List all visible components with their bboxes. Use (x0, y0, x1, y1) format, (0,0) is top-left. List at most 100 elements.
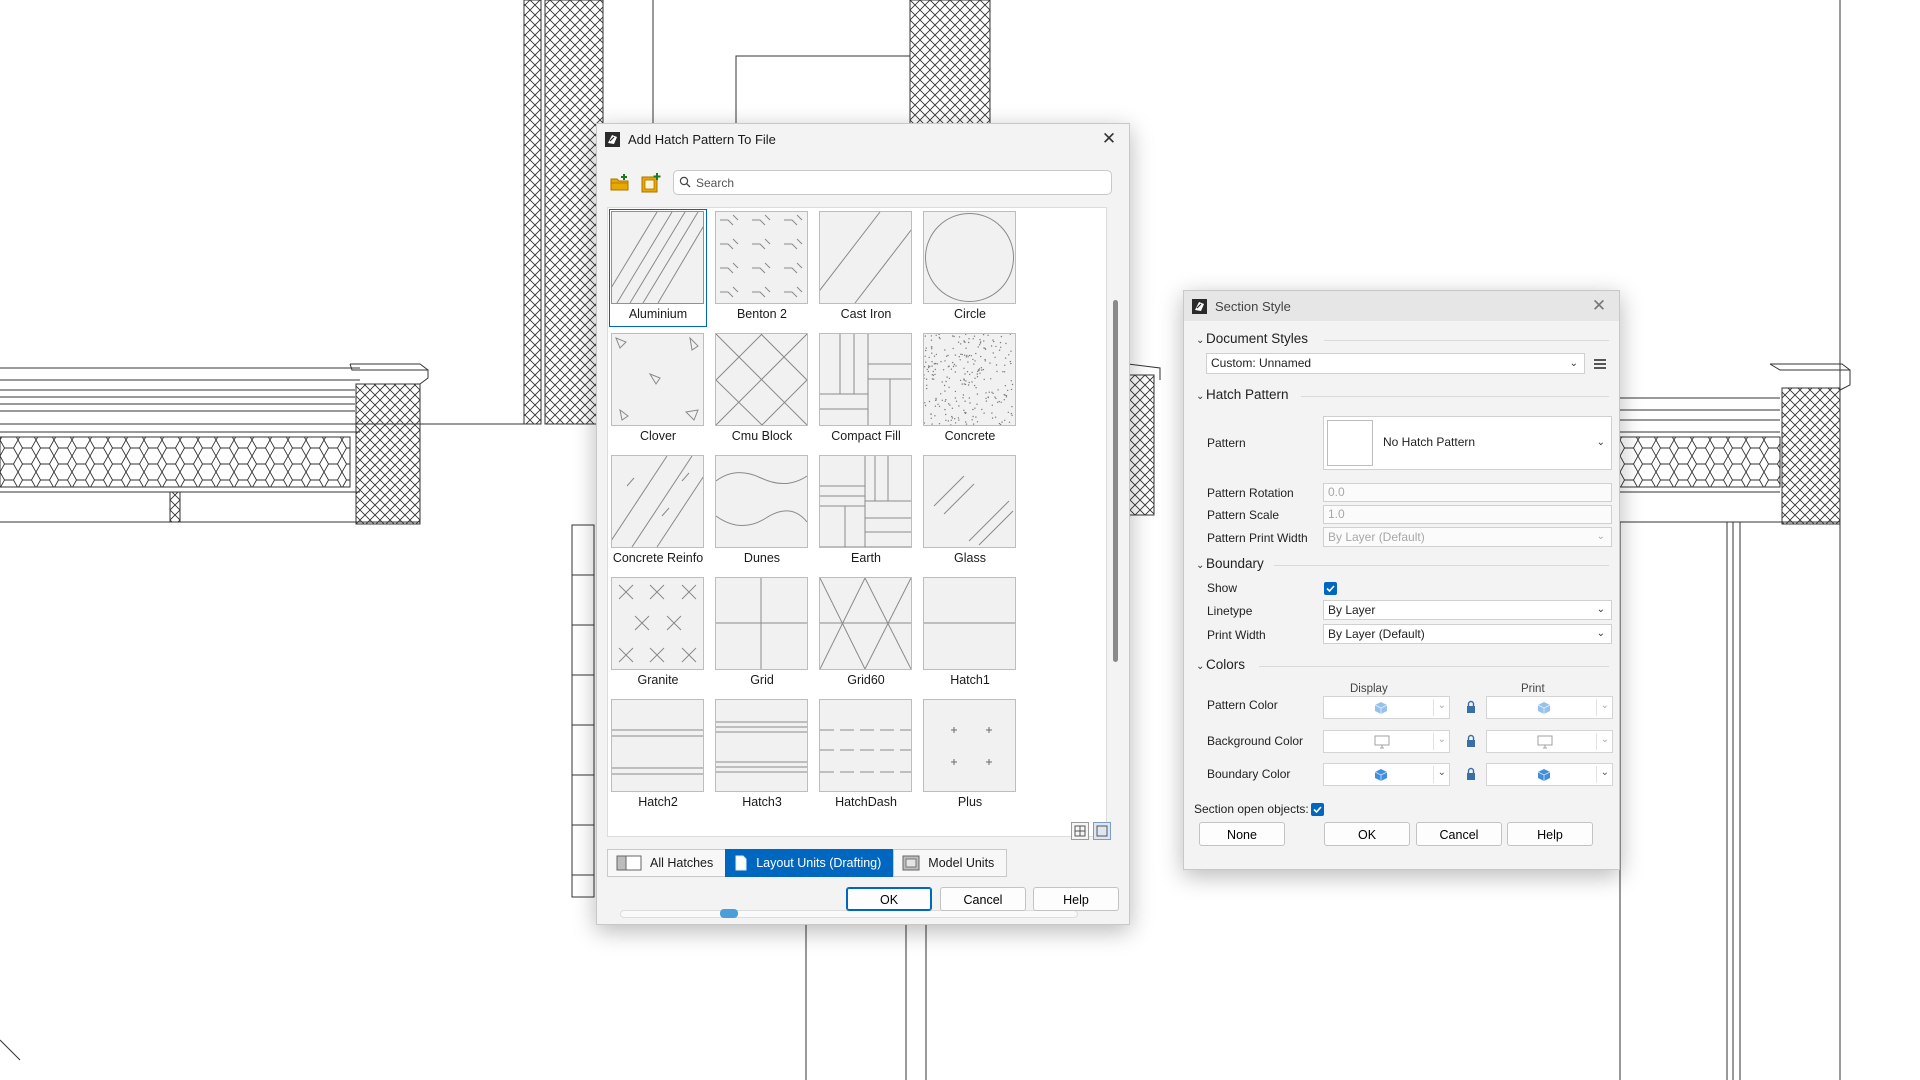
hatch-tile-cmu-block[interactable]: Cmu Block (713, 331, 811, 449)
pattern-rotation-input[interactable]: 0.0 (1323, 483, 1612, 502)
boundary-header[interactable]: ⌄ Boundary (1196, 556, 1264, 571)
pattern-scale-input[interactable]: 1.0 (1323, 505, 1612, 524)
section-open-objects-label: Section open objects: (1194, 802, 1309, 816)
by-layer-color-icon (1374, 702, 1388, 714)
document-styles-header[interactable]: ⌄ Document Styles (1196, 331, 1308, 346)
cmu-block-pattern-icon (715, 333, 808, 426)
tab-layout-units[interactable]: Layout Units (Drafting) (725, 849, 895, 877)
circle-pattern-icon (923, 211, 1016, 304)
lock-icon[interactable] (1464, 700, 1478, 714)
pattern-select[interactable]: No Hatch Pattern ⌄ (1323, 416, 1612, 470)
chevron-down-icon: ⌄ (1196, 391, 1205, 402)
hatch-tile-cast-iron[interactable]: Cast Iron (817, 209, 915, 327)
divider (1596, 733, 1597, 750)
hatch-tile-concrete[interactable]: Concrete (921, 331, 1019, 449)
hatch-pattern-header[interactable]: ⌄ Hatch Pattern (1196, 387, 1289, 402)
hatch-tile-granite[interactable]: Granite (609, 575, 707, 693)
grid-view-button[interactable] (1071, 822, 1089, 840)
hatch-tile-hatch1[interactable]: Hatch1 (921, 575, 1019, 693)
list-view-button[interactable] (1093, 822, 1111, 840)
hatch-pattern-heading: Hatch Pattern (1206, 387, 1289, 402)
lock-icon[interactable] (1464, 734, 1478, 748)
concrete-pattern-icon (923, 333, 1016, 426)
list-view-icon (1096, 825, 1108, 837)
document-style-select[interactable]: Custom: Unnamed ⌄ (1206, 353, 1585, 374)
dunes-pattern-icon (715, 455, 808, 548)
earth-pattern-icon (819, 455, 912, 548)
hatch-tile-grid[interactable]: Grid (713, 575, 811, 693)
pattern-print-color-button[interactable]: ⌄ (1486, 696, 1613, 719)
plus-pattern-icon (923, 699, 1016, 792)
styles-menu-icon[interactable] (1593, 357, 1607, 371)
hatch-tile-circle[interactable]: Circle (921, 209, 1019, 327)
hatch-tile-concrete-reinfo[interactable]: Concrete Reinfo (609, 453, 707, 571)
chevron-down-icon: ⌄ (1196, 560, 1205, 571)
hatch-tile-label: Dunes (743, 551, 781, 565)
hatch-tile-glass[interactable]: Glass (921, 453, 1019, 571)
colors-header[interactable]: ⌄ Colors (1196, 657, 1245, 672)
tab-all-hatches[interactable]: All Hatches (607, 849, 727, 877)
hatch-close-button[interactable]: ✕ (1098, 128, 1120, 150)
hatch-tile-label: Cmu Block (731, 429, 793, 443)
pattern-print-width-select[interactable]: By Layer (Default) ⌄ (1323, 527, 1612, 547)
hatch-tile-clover[interactable]: Clover (609, 331, 707, 449)
section-close-button[interactable]: ✕ (1588, 295, 1610, 317)
all-hatches-icon (616, 855, 642, 871)
show-label: Show (1207, 581, 1238, 595)
pattern-display-color-button[interactable]: ⌄ (1323, 696, 1450, 719)
hatch-tile-compact-fill[interactable]: Compact Fill (817, 331, 915, 449)
section-cancel-button[interactable]: Cancel (1416, 822, 1502, 846)
add-pattern-icon[interactable] (640, 172, 662, 194)
show-boundary-checkbox[interactable] (1324, 582, 1337, 595)
cast-iron-pattern-icon (819, 211, 912, 304)
lock-icon[interactable] (1464, 767, 1478, 781)
hatch-tile-plus[interactable]: Plus (921, 697, 1019, 815)
divider (1324, 340, 1609, 341)
open-folder-add-icon[interactable] (609, 172, 631, 194)
hatch-tile-dunes[interactable]: Dunes (713, 453, 811, 571)
hatch-tile-label: Compact Fill (831, 429, 901, 443)
checkmark-icon (1313, 806, 1322, 814)
hatch-tile-hatch2[interactable]: Hatch2 (609, 697, 707, 815)
hatch-tile-label: Glass (954, 551, 986, 565)
section-help-button[interactable]: Help (1507, 822, 1593, 846)
boundary-display-color-button[interactable]: ⌄ (1323, 763, 1450, 786)
hatch-ok-button[interactable]: OK (846, 887, 932, 911)
by-layer-color-icon (1537, 769, 1551, 781)
linetype-select[interactable]: By Layer ⌄ (1323, 600, 1612, 620)
vertical-scrollbar[interactable] (1113, 300, 1118, 662)
hatch-tile-hatchdash[interactable]: HatchDash (817, 697, 915, 815)
hatch-tile-aluminium[interactable]: Aluminium (609, 209, 707, 327)
search-input[interactable] (694, 173, 1098, 193)
background-display-color-button[interactable]: ⌄ (1323, 730, 1450, 753)
section-ok-button[interactable]: OK (1324, 822, 1410, 846)
hatchdash-pattern-icon (819, 699, 912, 792)
hatch-tile-grid60[interactable]: Grid60 (817, 575, 915, 693)
background-print-color-button[interactable]: ⌄ (1486, 730, 1613, 753)
tab-model-units[interactable]: Model Units (893, 849, 1008, 877)
pattern-grid[interactable]: Aluminium Benton 2 Cast Iron Circle Clover Cm… (607, 207, 1118, 918)
chevron-down-icon: ⌄ (1437, 734, 1446, 745)
section-dialog-titlebar[interactable]: Section Style ✕ (1184, 291, 1619, 321)
hatch-cancel-button[interactable]: Cancel (940, 887, 1026, 911)
section-open-objects-checkbox[interactable] (1311, 803, 1324, 816)
section-style-dialog: Section Style ✕ ⌄ Document Styles Custom:… (1183, 290, 1620, 870)
hatch-tile-hatch3[interactable]: Hatch3 (713, 697, 811, 815)
boundary-print-color-button[interactable]: ⌄ (1486, 763, 1613, 786)
hatch-tile-label: Plus (957, 795, 983, 809)
print-width-select[interactable]: By Layer (Default) ⌄ (1323, 624, 1612, 644)
pattern-preview-swatch (1327, 420, 1373, 466)
hatch-tile-benton-2[interactable]: Benton 2 (713, 209, 811, 327)
hatch-dialog-titlebar[interactable]: Add Hatch Pattern To File ✕ (597, 124, 1129, 154)
search-box[interactable] (673, 170, 1112, 195)
pattern-scale-label: Pattern Scale (1207, 508, 1280, 522)
hatch-tile-label: Grid (750, 673, 774, 687)
display-column-header: Display (1350, 683, 1388, 695)
hatch-tile-earth[interactable]: Earth (817, 453, 915, 571)
chevron-down-icon: ⌄ (1600, 734, 1609, 745)
thumbnail-size-slider-track[interactable] (620, 910, 1078, 918)
hatch-help-button[interactable]: Help (1033, 887, 1119, 911)
none-button[interactable]: None (1199, 822, 1285, 846)
document-styles-heading: Document Styles (1206, 331, 1309, 346)
thumbnail-size-slider-thumb[interactable] (720, 909, 738, 918)
